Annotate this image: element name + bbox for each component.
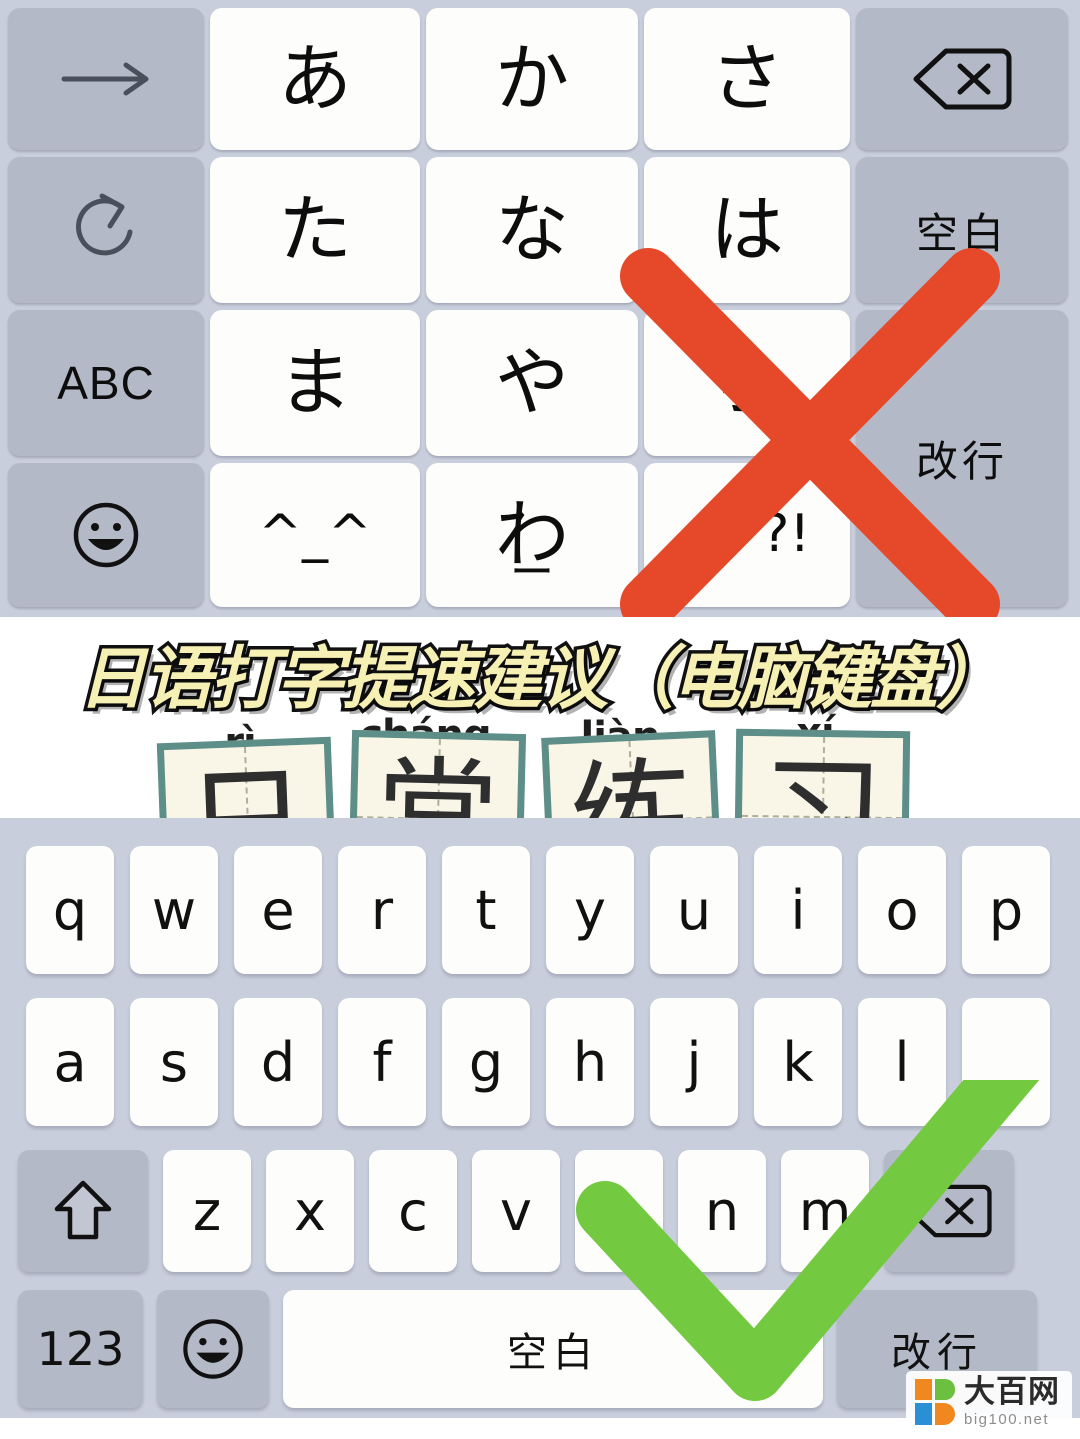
key-f[interactable]: f: [338, 998, 426, 1126]
key-w[interactable]: w: [130, 846, 218, 974]
return-key[interactable]: 改行: [856, 310, 1068, 607]
key-i[interactable]: i: [754, 846, 842, 974]
site-logo-icon: [915, 1379, 955, 1425]
kana-key-ma[interactable]: ま: [210, 310, 420, 456]
kana-key-label: や: [495, 339, 569, 426]
kana-key-sa[interactable]: さ: [644, 8, 850, 150]
key-s[interactable]: s: [130, 998, 218, 1126]
kana-key-ya[interactable]: や: [426, 310, 638, 456]
key-d[interactable]: d: [234, 998, 322, 1126]
backspace-key[interactable]: [856, 8, 1068, 150]
key-l[interactable]: l: [858, 998, 946, 1126]
kana-key-label: ら: [710, 339, 784, 426]
backspace-icon: [907, 1184, 992, 1238]
backspace-icon: [913, 48, 1012, 110]
kana-key-label: ま: [278, 339, 352, 426]
kana-key-na[interactable]: な: [426, 157, 638, 303]
key-g[interactable]: g: [442, 998, 530, 1126]
space-key-label: 空白: [915, 208, 1008, 258]
abc-key-label: ABC: [57, 357, 155, 409]
emoji-key[interactable]: [157, 1290, 269, 1408]
kana-key-label: は: [710, 186, 784, 273]
qwerty-keyboard-panel: q w e r t y u i o p a s d f g h j k l _: [0, 818, 1080, 1418]
kana-key-label: な: [495, 186, 569, 273]
kaomoji-key-label: ^_^: [258, 504, 372, 565]
backspace-key[interactable]: [884, 1150, 1014, 1272]
kana-key-ra[interactable]: ら: [644, 310, 850, 456]
key-r[interactable]: r: [338, 846, 426, 974]
kaomoji-key[interactable]: ^_^: [210, 463, 420, 607]
kana-key-label: さ: [710, 35, 784, 122]
logo-square-green: [935, 1379, 955, 1400]
emoji-key[interactable]: [8, 463, 204, 607]
qwerty-row-2: a s d f g h j k l _: [26, 998, 1050, 1126]
undo-key[interactable]: [8, 157, 204, 303]
key-q[interactable]: q: [26, 846, 114, 974]
key-p[interactable]: p: [962, 846, 1050, 974]
punctuation-key-label: 、。?!: [683, 504, 811, 565]
key-u[interactable]: u: [650, 846, 738, 974]
space-key[interactable]: 空白: [856, 157, 1068, 303]
undo-icon: [76, 193, 133, 256]
watermark: 大百网 big100.net: [906, 1371, 1072, 1433]
title-band: 日语打字提速建议（电脑键盘）: [0, 617, 1080, 818]
key-e[interactable]: e: [234, 846, 322, 974]
return-key-label: 改行: [915, 437, 1008, 486]
watermark-en: big100.net: [964, 1411, 1050, 1428]
emoji-icon: [183, 1319, 243, 1379]
qwerty-row-4: 123 空白 改行: [18, 1290, 1037, 1408]
kana-key-label: あ: [278, 35, 352, 122]
kana-key-ka[interactable]: か: [426, 8, 638, 150]
watermark-text: 大百网 big100.net: [964, 1374, 1060, 1428]
numbers-mode-key[interactable]: 123: [18, 1290, 143, 1408]
key-h[interactable]: h: [546, 998, 634, 1126]
screenshot-stage: あ か さ た な は 空白 ABC ま や ら 改行 ^_^ わ ー 、。?!…: [0, 0, 1080, 1439]
key-m[interactable]: m: [781, 1150, 869, 1272]
kana-key-grid: あ か さ た な は 空白 ABC ま や ら 改行 ^_^ わ ー 、。?!: [8, 8, 1072, 608]
key-z[interactable]: z: [163, 1150, 251, 1272]
key-underscore[interactable]: _: [962, 998, 1050, 1126]
qwerty-row-1: q w e r t y u i o p: [26, 846, 1050, 974]
key-y[interactable]: y: [546, 846, 634, 974]
shift-arrow-icon: [54, 1180, 112, 1240]
key-x[interactable]: x: [266, 1150, 354, 1272]
kana-key-sublabel: ー: [510, 548, 554, 597]
key-t[interactable]: t: [442, 846, 530, 974]
logo-square-orange: [915, 1379, 932, 1400]
key-o[interactable]: o: [858, 846, 946, 974]
key-k[interactable]: k: [754, 998, 842, 1126]
key-a[interactable]: a: [26, 998, 114, 1126]
cursor-right-key[interactable]: [8, 8, 204, 150]
kana-key-label: た: [278, 186, 352, 273]
shift-key[interactable]: [18, 1150, 148, 1272]
qwerty-row-3: z x c v b n m: [18, 1150, 1014, 1272]
punctuation-key[interactable]: 、。?!: [644, 463, 850, 607]
kana-key-label: か: [495, 35, 569, 122]
kana-key-a[interactable]: あ: [210, 8, 420, 150]
key-v[interactable]: v: [472, 1150, 560, 1272]
emoji-icon: [73, 502, 139, 568]
watermark-cn: 大百网: [964, 1374, 1060, 1410]
space-key[interactable]: 空白: [283, 1290, 823, 1408]
logo-square-orange-2: [935, 1403, 955, 1425]
page-title: 日语打字提速建议（电脑键盘）: [74, 637, 1007, 723]
abc-mode-key[interactable]: ABC: [8, 310, 204, 456]
key-b[interactable]: b: [575, 1150, 663, 1272]
arrow-right-icon: [61, 62, 149, 96]
kana-key-wa[interactable]: わ ー: [426, 463, 638, 607]
kana-key-ha[interactable]: は: [644, 157, 850, 303]
kana-key-ta[interactable]: た: [210, 157, 420, 303]
key-c[interactable]: c: [369, 1150, 457, 1272]
logo-square-blue: [915, 1403, 932, 1425]
kana-keyboard-panel: あ か さ た な は 空白 ABC ま や ら 改行 ^_^ わ ー 、。?!: [0, 0, 1080, 632]
key-j[interactable]: j: [650, 998, 738, 1126]
key-n[interactable]: n: [678, 1150, 766, 1272]
